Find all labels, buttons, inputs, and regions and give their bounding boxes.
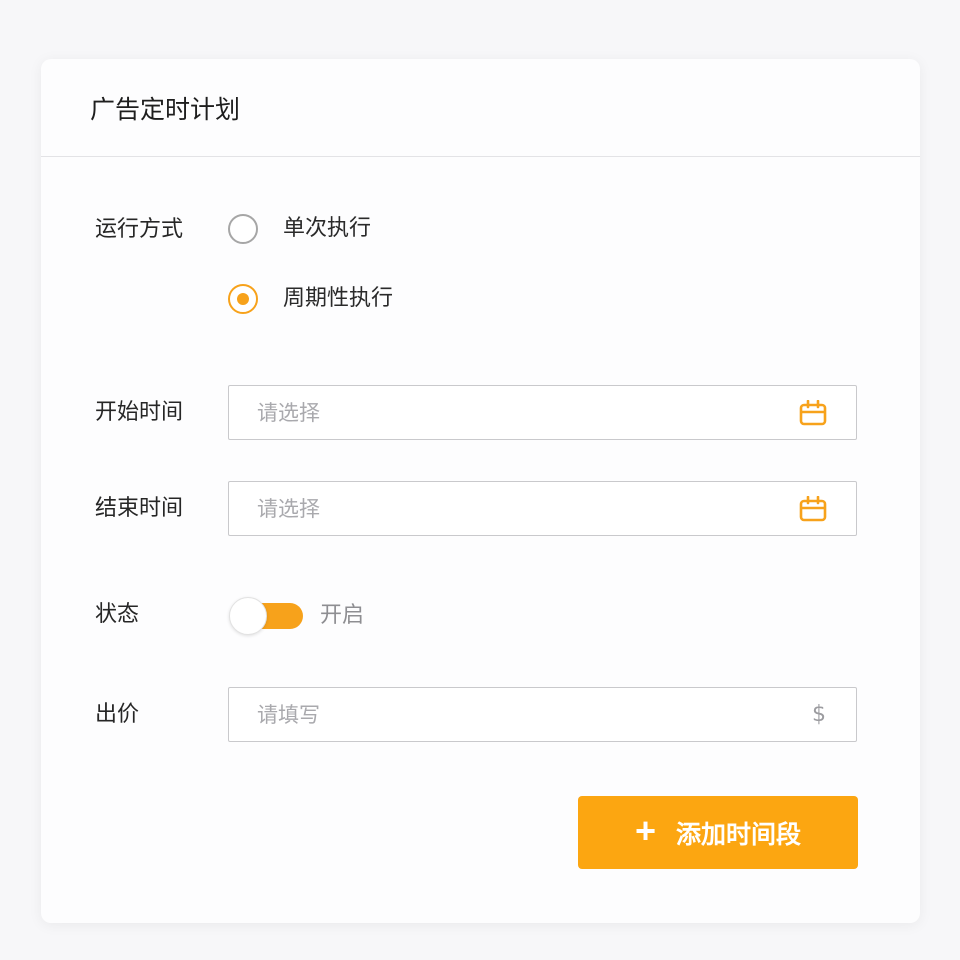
calendar-icon[interactable] (798, 399, 828, 427)
dollar-icon: $ (812, 702, 826, 727)
run-mode-label: 运行方式 (95, 217, 184, 242)
card-title: 广告定时计划 (90, 95, 241, 124)
add-time-period-button[interactable]: + 添加时间段 (578, 796, 858, 869)
radio-periodic-run-label: 周期性执行 (283, 286, 394, 311)
end-time-field (228, 481, 857, 536)
status-toggle-text: 开启 (320, 603, 365, 628)
radio-periodic-run-circle[interactable] (228, 284, 258, 314)
status-toggle-knob[interactable] (229, 597, 267, 635)
end-time-input[interactable] (229, 482, 856, 535)
start-time-field (228, 385, 857, 440)
start-time-input[interactable] (229, 386, 856, 439)
radio-single-run-label: 单次执行 (283, 216, 372, 241)
calendar-icon[interactable] (798, 495, 828, 523)
status-label: 状态 (95, 602, 140, 627)
bid-field: $ (228, 687, 857, 742)
bid-input[interactable] (229, 688, 856, 741)
radio-periodic-run[interactable]: 周期性执行 (228, 284, 393, 314)
status-toggle[interactable] (229, 597, 304, 635)
card-header: 广告定时计划 (41, 59, 920, 157)
bid-label: 出价 (95, 702, 140, 727)
add-time-period-label: 添加时间段 (676, 820, 802, 849)
schedule-card: 广告定时计划 运行方式 单次执行 周期性执行 开始时间 结束时间 (41, 59, 920, 923)
end-time-label: 结束时间 (95, 496, 184, 521)
start-time-label: 开始时间 (95, 400, 184, 425)
radio-single-run-circle[interactable] (228, 214, 258, 244)
plus-icon: + (634, 809, 656, 851)
radio-single-run[interactable]: 单次执行 (228, 214, 371, 244)
